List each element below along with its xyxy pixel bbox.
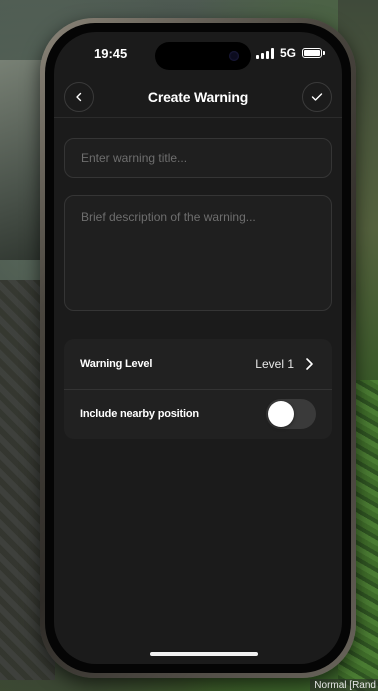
- include-position-row: Include nearby position: [64, 389, 332, 439]
- dynamic-island: [155, 42, 251, 70]
- warning-level-value: Level 1: [255, 357, 294, 371]
- signal-icon: [255, 47, 274, 59]
- warning-title-input[interactable]: [64, 138, 332, 178]
- battery-fill: [304, 50, 320, 56]
- settings-card: Warning Level Level 1 Include nearby pos…: [64, 339, 332, 439]
- phone-bezel: 19:45 5G Create Warning Enter warning ti…: [45, 23, 351, 673]
- home-indicator[interactable]: [150, 652, 258, 656]
- confirm-button[interactable]: [302, 82, 332, 112]
- phone-screen: 19:45 5G Create Warning Enter warning ti…: [54, 32, 342, 664]
- network-label: 5G: [279, 46, 296, 60]
- chevron-right-icon: [304, 357, 316, 371]
- warning-description-input[interactable]: [64, 195, 332, 311]
- camera-icon: [229, 51, 239, 61]
- warning-level-row[interactable]: Warning Level Level 1: [64, 339, 332, 389]
- battery-icon: [302, 48, 325, 58]
- status-bar: 19:45 5G: [54, 32, 342, 76]
- warning-level-label: Warning Level: [80, 358, 153, 370]
- nav-divider: [54, 117, 342, 118]
- toggle-knob: [268, 401, 294, 427]
- checkmark-icon: [311, 93, 323, 101]
- page-title: Create Warning: [147, 89, 249, 105]
- phone-frame: 19:45 5G Create Warning Enter warning ti…: [40, 18, 356, 678]
- corner-status-label: Normal [Rand: [310, 679, 378, 691]
- nav-bar: Create Warning: [54, 80, 342, 120]
- status-time: 19:45: [94, 46, 128, 61]
- include-position-label: Include nearby position: [80, 408, 199, 420]
- status-indicators: 5G: [255, 46, 325, 60]
- include-position-toggle[interactable]: [266, 399, 316, 429]
